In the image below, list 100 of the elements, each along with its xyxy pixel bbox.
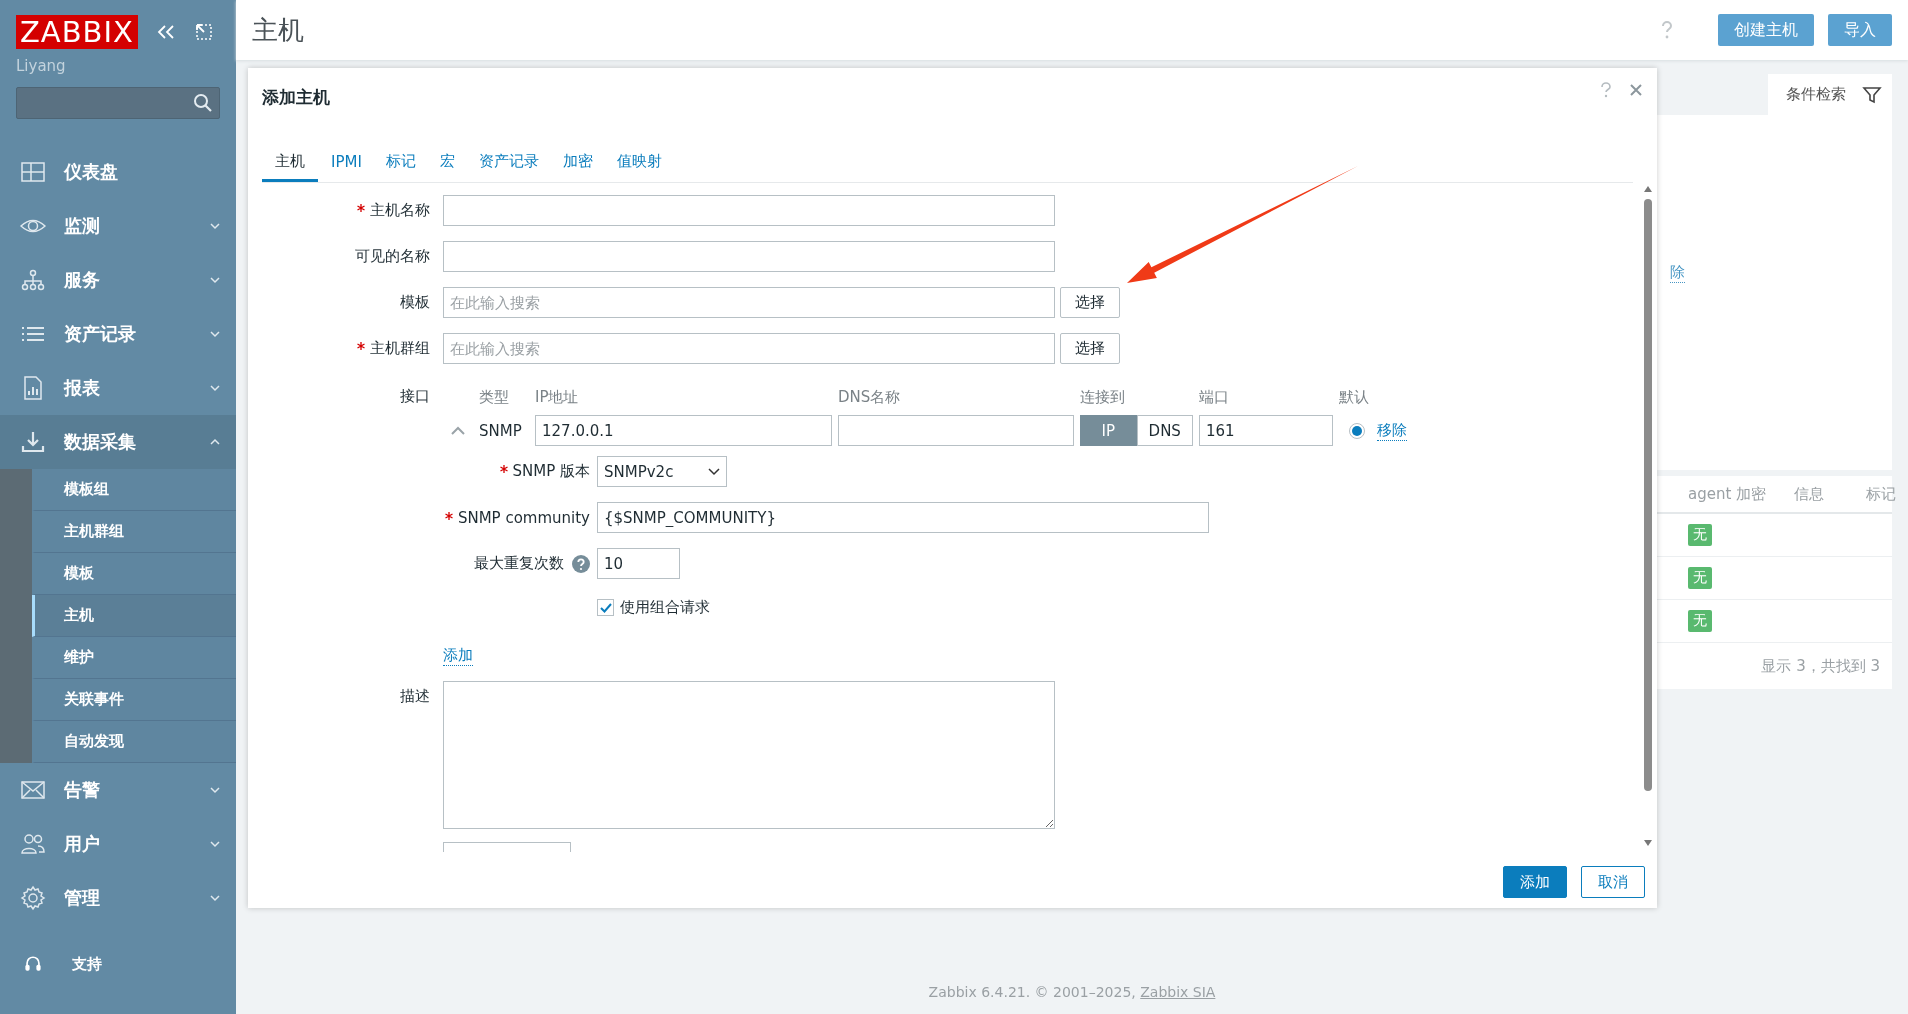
- dns-field[interactable]: [838, 415, 1074, 446]
- column-header: 类型: [479, 386, 510, 408]
- column-header: DNS名称: [838, 386, 902, 408]
- column-header: 端口: [1199, 386, 1230, 408]
- interface-type: SNMP: [479, 421, 523, 440]
- menu-item[interactable]: 仪表盘: [0, 145, 236, 199]
- header-button[interactable]: 创建主机: [1718, 14, 1814, 46]
- select-button[interactable]: 选择: [1060, 333, 1120, 364]
- page-title: 主机: [252, 13, 305, 47]
- menu-icon: [20, 885, 46, 911]
- menu-item[interactable]: 支持: [0, 939, 236, 989]
- chevron-icon: [210, 330, 220, 338]
- field-label: SNMP community: [443, 508, 590, 527]
- chevron-icon: [210, 786, 220, 794]
- menu-item[interactable]: 监测: [0, 199, 236, 253]
- tab[interactable]: 加密: [551, 144, 604, 182]
- required-icon: [444, 511, 453, 520]
- menu-icon: [20, 429, 46, 455]
- status-badge: 无: [1688, 524, 1712, 546]
- tab[interactable]: 标记: [374, 144, 427, 182]
- caret-icon[interactable]: [451, 425, 465, 436]
- max-repetitions-field[interactable]: 10: [597, 548, 680, 579]
- menu-item[interactable]: 数据采集: [0, 415, 236, 469]
- remove-link[interactable]: 移除: [1377, 420, 1407, 441]
- text-field[interactable]: [443, 241, 1055, 272]
- close-icon[interactable]: [1629, 82, 1643, 98]
- submenu-item[interactable]: 维护: [32, 637, 236, 679]
- checkbox-label: 使用组合请求: [620, 598, 710, 617]
- chevron-icon: [210, 276, 220, 284]
- submenu-item[interactable]: 主机群组: [32, 511, 236, 553]
- column-header: IP地址: [535, 386, 580, 408]
- help-icon[interactable]: [1599, 82, 1613, 98]
- status-badge: 无: [1688, 610, 1712, 632]
- submit-button[interactable]: 添加: [1503, 866, 1567, 898]
- field-label: 模板: [399, 293, 430, 312]
- submenu-item[interactable]: 主机: [32, 595, 236, 637]
- search-field[interactable]: 在此输入搜索: [443, 333, 1055, 364]
- community-field[interactable]: {$SNMP_COMMUNITY}: [597, 502, 1209, 533]
- menu-item[interactable]: 管理: [0, 871, 236, 925]
- submenu-item[interactable]: 关联事件: [32, 679, 236, 721]
- field-label: 接口: [399, 386, 430, 406]
- field-label: 可见的名称: [354, 247, 430, 266]
- chevron-icon: [210, 222, 220, 230]
- footer-link[interactable]: Zabbix SIA: [1140, 984, 1216, 1000]
- column-header: 连接到: [1080, 386, 1126, 408]
- toggle-option[interactable]: DNS: [1136, 415, 1193, 446]
- remove-link[interactable]: 除: [1670, 262, 1685, 283]
- tab[interactable]: 值映射: [605, 144, 673, 182]
- menu-item[interactable]: 服务: [0, 253, 236, 307]
- tab[interactable]: 宏: [428, 144, 466, 182]
- kiosk-icon[interactable]: [193, 22, 214, 42]
- scrollbar-thumb[interactable]: [1644, 199, 1652, 791]
- required-icon: [357, 342, 365, 350]
- search-icon[interactable]: [193, 93, 213, 113]
- select-button[interactable]: 选择: [1060, 287, 1120, 318]
- table-summary: 显示 3，共找到 3: [1761, 656, 1880, 676]
- scroll-up-icon[interactable]: [1643, 185, 1653, 193]
- search-field[interactable]: [16, 87, 220, 119]
- column-header: 默认: [1339, 386, 1370, 408]
- submenu-item[interactable]: 模板组: [32, 469, 236, 511]
- chevron-icon: [210, 894, 220, 902]
- chevron-icon: [708, 467, 720, 476]
- toggle-option[interactable]: IP: [1080, 415, 1137, 446]
- required-icon: [499, 465, 508, 473]
- column-header: 信息: [1793, 484, 1825, 504]
- tab[interactable]: IPMI: [320, 144, 373, 182]
- tab[interactable]: 资产记录: [467, 144, 550, 182]
- chevron-icon: [210, 840, 220, 848]
- menu-item[interactable]: 告警: [0, 763, 236, 817]
- search-field[interactable]: 在此输入搜索: [443, 287, 1055, 318]
- menu-item[interactable]: 报表: [0, 361, 236, 415]
- tab[interactable]: 主机: [262, 144, 318, 182]
- version-dropdown[interactable]: SNMPv2c: [597, 456, 727, 487]
- menu-item[interactable]: 资产记录: [0, 307, 236, 361]
- field-label: 主机名称: [262, 201, 430, 220]
- port-field[interactable]: 161: [1199, 415, 1333, 446]
- help-icon[interactable]: [572, 554, 590, 573]
- column-header: agent 加密: [1687, 484, 1768, 504]
- filter-icon: [1862, 84, 1882, 105]
- submenu-item[interactable]: 模板: [32, 553, 236, 595]
- field-label: 最大重复次数: [474, 554, 564, 573]
- header-button[interactable]: 导入: [1828, 14, 1892, 46]
- menu-item[interactable]: 用户: [0, 817, 236, 871]
- text-field[interactable]: [443, 195, 1055, 226]
- menu-icon: [20, 267, 46, 293]
- submenu-item[interactable]: 自动发现: [32, 721, 236, 763]
- logo[interactable]: ZABBIX: [16, 15, 138, 49]
- add-link[interactable]: 添加: [443, 646, 473, 666]
- dialog-title: 添加主机: [262, 86, 331, 109]
- required-icon: [357, 204, 365, 212]
- cancel-button[interactable]: 取消: [1581, 866, 1645, 898]
- filter-tab[interactable]: 条件检索: [1768, 74, 1892, 115]
- checkbox[interactable]: [597, 599, 614, 616]
- field-label: 主机群组: [262, 339, 430, 358]
- description-field[interactable]: [443, 681, 1055, 829]
- chevron-icon: [210, 438, 220, 446]
- field-label: 描述: [399, 686, 430, 706]
- help-icon[interactable]: [1660, 20, 1674, 40]
- scroll-down-icon[interactable]: [1643, 839, 1653, 847]
- ip-field[interactable]: 127.0.0.1: [535, 415, 832, 446]
